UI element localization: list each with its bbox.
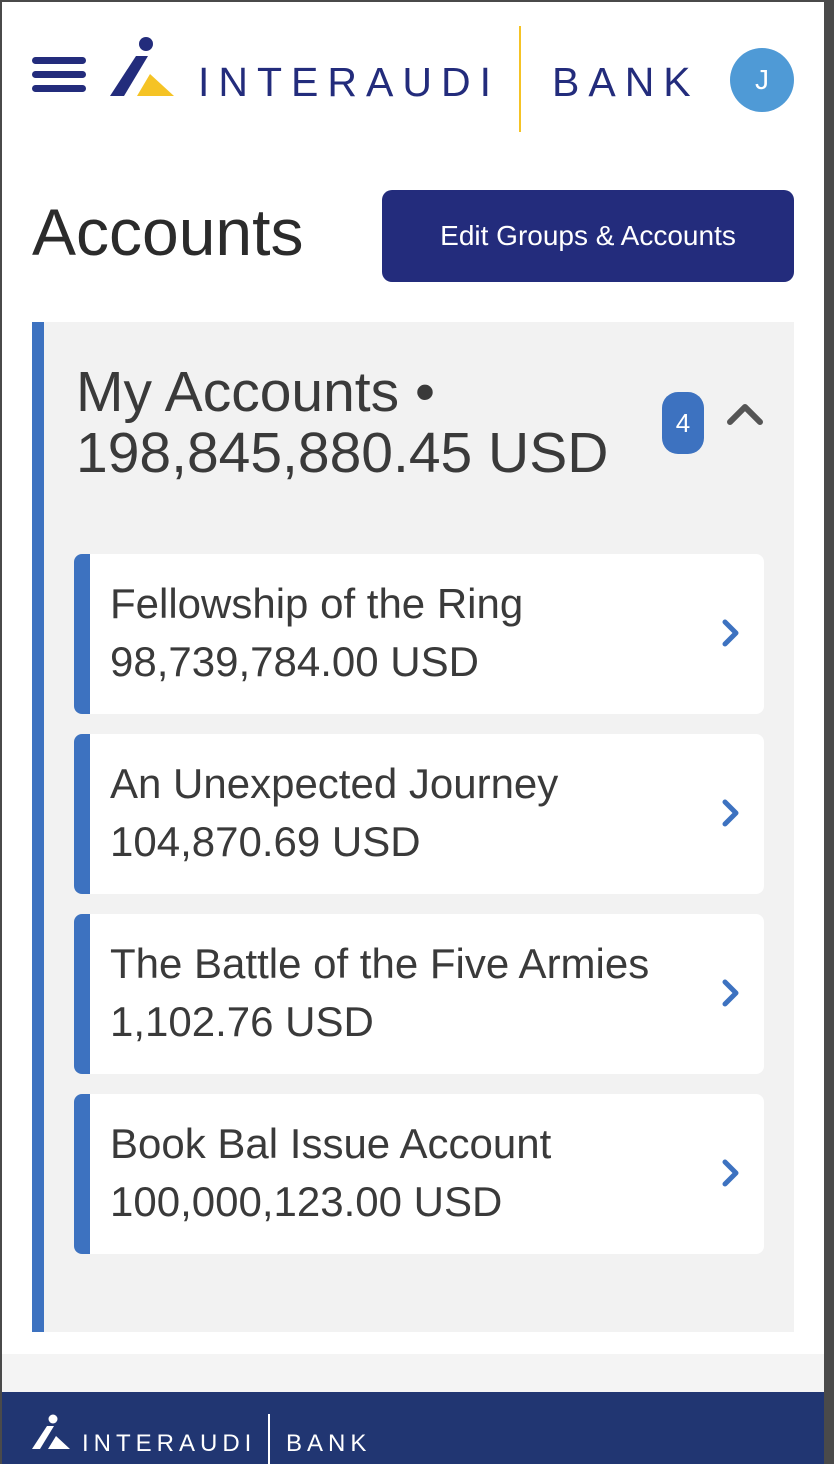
chevron-right-icon [722, 619, 739, 647]
page-title: Accounts [32, 195, 304, 269]
user-avatar[interactable]: J [730, 48, 794, 112]
account-card-book-bal-issue[interactable]: Book Bal Issue Account 100,000,123.00 US… [74, 1094, 764, 1254]
brand-bank: BANK [552, 59, 700, 105]
footer-brand-bank: BANK [286, 1430, 372, 1457]
chevron-up-icon[interactable] [724, 394, 766, 436]
chevron-right-icon [722, 799, 739, 827]
group-count-badge: 4 [662, 392, 704, 454]
account-card-five-armies[interactable]: The Battle of the Five Armies 1,102.76 U… [74, 914, 764, 1074]
edit-groups-accounts-button[interactable]: Edit Groups & Accounts [382, 190, 794, 282]
account-card-fellowship[interactable]: Fellowship of the Ring 98,739,784.00 USD [74, 554, 764, 714]
account-balance: 104,870.69 USD [110, 818, 421, 865]
brand-name: INTERAUDI [198, 59, 500, 105]
interaudi-logo-icon [110, 37, 174, 96]
group-title: My Accounts • 198,845,880.45 USD [76, 360, 609, 485]
app-frame: INTERAUDI BANK J Accounts Edit Groups & … [2, 2, 824, 1464]
account-balance: 100,000,123.00 USD [110, 1178, 503, 1225]
footer-brand-name: INTERAUDI [82, 1430, 257, 1457]
footer-spacer [2, 1354, 824, 1392]
account-name: Fellowship of the Ring [110, 580, 524, 627]
account-card-unexpected-journey[interactable]: An Unexpected Journey 104,870.69 USD [74, 734, 764, 894]
chevron-right-icon [722, 1159, 739, 1187]
footer-brand-divider [268, 1414, 270, 1464]
account-name: An Unexpected Journey [110, 760, 559, 807]
account-name: Book Bal Issue Account [110, 1120, 552, 1167]
account-balance: 1,102.76 USD [110, 998, 374, 1045]
brand-divider [519, 26, 521, 132]
account-name: The Battle of the Five Armies [110, 940, 650, 987]
account-group-my-accounts: My Accounts • 198,845,880.45 USD 4 Fello… [32, 322, 794, 1332]
chevron-right-icon [722, 979, 739, 1007]
account-balance: 98,739,784.00 USD [110, 638, 479, 685]
app-header: INTERAUDI BANK J [2, 2, 824, 162]
interaudi-logo-icon [32, 1414, 70, 1449]
app-footer: INTERAUDI BANK [2, 1392, 824, 1464]
hamburger-menu-icon[interactable] [32, 57, 86, 95]
